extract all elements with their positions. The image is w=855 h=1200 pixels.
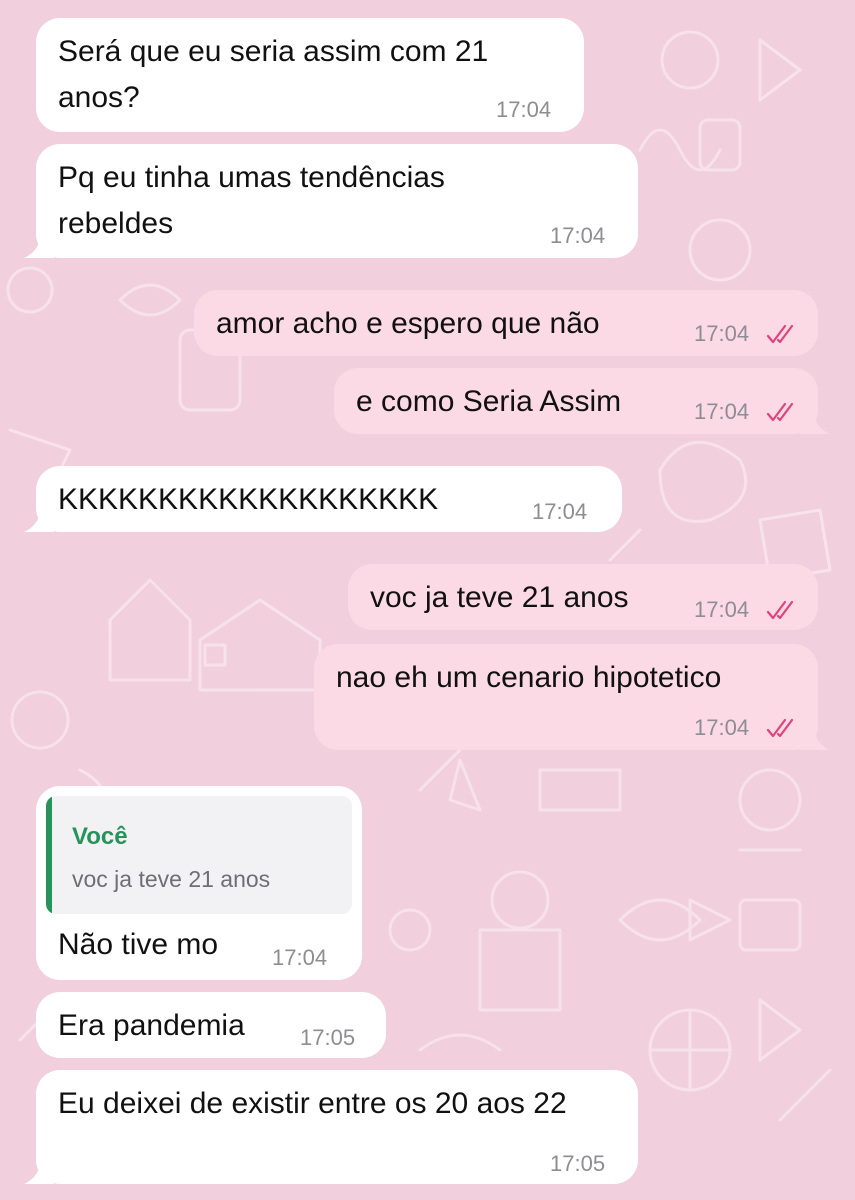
message-bubble-incoming-reply[interactable]: Você voc ja teve 21 anos Não tive mo 17:… xyxy=(36,786,362,980)
message-timestamp: 17:05 xyxy=(550,1151,606,1176)
bubble-tail-icon xyxy=(24,508,54,532)
message-timestamp: 17:04 xyxy=(694,597,750,622)
message-bubble-incoming[interactable]: Pq eu tinha umas tendências rebeldes 17:… xyxy=(24,144,638,258)
double-check-icon xyxy=(766,718,794,738)
message-timestamp: 17:04 xyxy=(496,97,552,122)
quote-text: voc ja teve 21 anos xyxy=(72,866,271,892)
message-text: Eu deixei de existir entre os 20 aos 22 xyxy=(58,1087,567,1120)
message-text: Pq eu tinha umas tendências rebeldes xyxy=(58,161,445,240)
double-check-icon xyxy=(766,600,794,620)
message-timestamp: 17:04 xyxy=(532,499,588,524)
quoted-message[interactable]: Você voc ja teve 21 anos xyxy=(46,796,352,914)
message-bubble-incoming[interactable]: KKKKKKKKKKKKKKKKKKK 17:04 xyxy=(24,466,622,532)
quote-author: Você xyxy=(72,823,128,850)
message-bubble-outgoing[interactable]: amor acho e espero que não 17:04 xyxy=(194,290,818,356)
bubble-tail-icon xyxy=(800,726,830,750)
message-timestamp: 17:04 xyxy=(694,321,750,346)
bubble-tail-icon xyxy=(24,234,54,258)
bubble-tail-icon xyxy=(800,410,830,434)
bubble-tail-icon xyxy=(24,1160,54,1184)
message-bubble-incoming[interactable]: Eu deixei de existir entre os 20 aos 22 … xyxy=(24,1070,638,1184)
double-check-icon xyxy=(766,324,794,344)
quote-accent-bar xyxy=(46,796,52,914)
message-timestamp: 17:04 xyxy=(550,223,606,248)
message-timestamp: 17:04 xyxy=(694,715,750,740)
message-bubble-outgoing[interactable]: e como Seria Assim 17:04 xyxy=(334,368,830,434)
message-timestamp: 17:04 xyxy=(272,945,328,970)
message-text: Não tive mo xyxy=(58,928,219,961)
message-bubble-outgoing[interactable]: nao eh um cenario hipotetico 17:04 xyxy=(314,644,830,750)
message-text: nao eh um cenario hipotetico xyxy=(336,661,722,694)
message-bubble-incoming[interactable]: Era pandemia 17:05 xyxy=(36,992,386,1058)
message-bubble-incoming[interactable]: Será que eu seria assim com 21 anos? 17:… xyxy=(36,18,584,132)
message-text: KKKKKKKKKKKKKKKKKKK xyxy=(58,483,439,516)
double-check-icon xyxy=(766,402,794,422)
message-timestamp: 17:04 xyxy=(694,399,750,424)
message-timestamp: 17:05 xyxy=(300,1025,356,1050)
message-bubble-outgoing[interactable]: voc ja teve 21 anos 17:04 xyxy=(348,564,818,630)
